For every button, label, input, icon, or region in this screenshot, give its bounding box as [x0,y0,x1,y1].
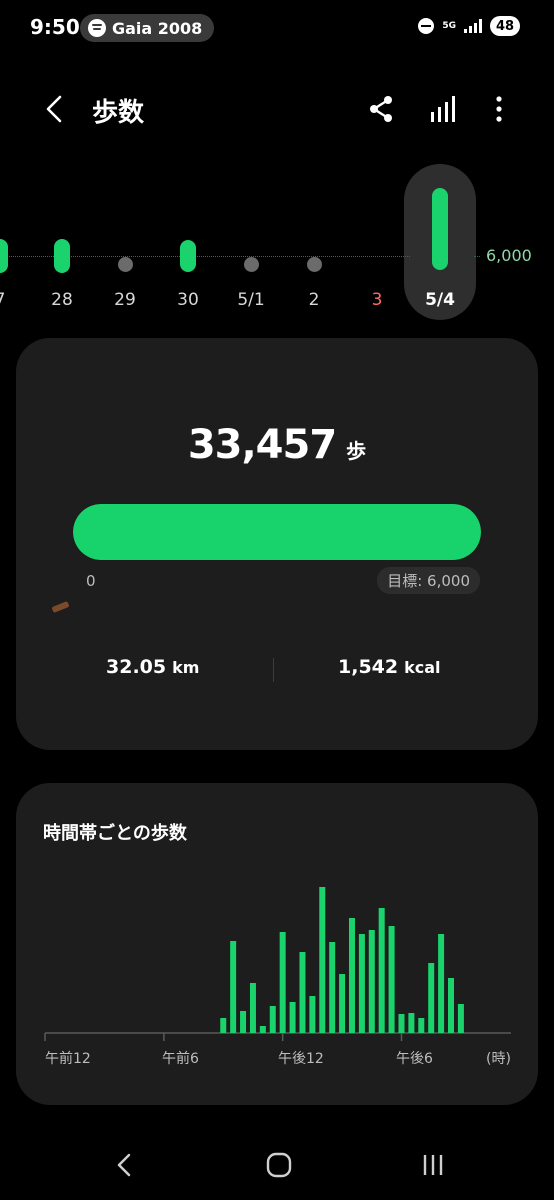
hourly-bar [388,926,395,1033]
calories-unit: kcal [404,658,441,677]
hourly-bar [339,974,346,1033]
hourly-bar [438,934,445,1033]
steps-value: 33,457 [187,422,337,468]
hourly-bar [329,942,336,1033]
app-header: 歩数 [0,80,554,140]
day-label-7[interactable]: 7 [0,290,30,310]
steps-unit: 歩 [346,439,367,463]
media-chip[interactable]: Gaia 2008 [80,14,215,42]
back-arrow-icon[interactable] [42,94,72,124]
hourly-steps-card: 時間帯ごとの歩数 午前12 午前6 午後12 午後6 (時) [16,783,538,1105]
status-time: 9:50 [30,15,80,39]
signal-icon [464,19,482,33]
more-options-icon[interactable] [484,94,514,124]
hourly-bar [240,1011,247,1033]
distance-stat: 32.05 km [106,656,199,678]
distance-unit: km [172,658,200,677]
media-chip-label: Gaia 2008 [112,18,203,38]
day-label-5-1[interactable]: 5/1 [221,290,281,310]
day-no-data-2[interactable] [306,256,322,272]
hourly-bar [408,1013,415,1033]
x-tick-label: 午後12 [278,1051,324,1067]
hourly-bar [259,1026,266,1033]
day-label-30[interactable]: 30 [158,290,218,310]
day-no-data-29[interactable] [117,256,133,272]
hourly-bar [378,908,385,1033]
spotify-icon [88,19,106,37]
chart-view-icon[interactable] [428,94,458,124]
hourly-bar [398,1014,405,1033]
hourly-bar [368,930,375,1033]
hourly-bar [299,952,306,1033]
summary-card: 33,457 歩 0 目標: 6,000 32.05 km 1,542 kcal [16,338,538,750]
day-bar-30[interactable] [180,239,196,273]
distance-value: 32.05 [106,656,167,678]
hourly-bar [230,941,237,1033]
day-no-data-5-1[interactable] [243,256,259,272]
status-bar: 9:50 Gaia 2008 5G 48 [0,0,554,56]
day-label-3[interactable]: 3 [347,290,407,310]
progress-bar-fill [73,504,481,560]
x-tick-label: 午前12 [45,1050,91,1067]
hourly-bar [309,996,316,1033]
day-label-5-4[interactable]: 5/4 [410,290,470,310]
date-strip: 6,000 72829305/1235/4 [0,160,554,330]
day-bar-28[interactable] [54,239,70,273]
hourly-bar [289,1002,296,1033]
do-not-disturb-icon [418,18,435,34]
progress-bar [73,504,481,560]
hourly-bar [220,1018,227,1033]
hourly-bar [348,918,355,1033]
hourly-bar [428,963,435,1033]
hourly-bar [418,1018,425,1033]
goal-line-end [474,256,480,257]
hourly-bar [269,1006,276,1033]
x-tick-label: 午後6 [396,1051,433,1067]
day-label-29[interactable]: 29 [95,290,155,310]
steps-total: 33,457 歩 [16,422,538,468]
nav-home-icon[interactable] [262,1148,296,1182]
navigation-bar [0,1130,554,1200]
hourly-bar [457,1004,464,1033]
hourly-bar [249,983,256,1033]
page-title: 歩数 [92,98,145,128]
goal-badge[interactable]: 目標: 6,000 [377,567,480,594]
share-icon[interactable] [366,94,396,124]
x-tick-label: 午前6 [162,1050,199,1067]
day-label-2[interactable]: 2 [284,290,344,310]
status-icons: 5G 48 [418,16,520,36]
goal-line-label: 6,000 [486,246,532,265]
day-bar-5-4[interactable] [432,188,448,270]
nav-recents-icon[interactable] [416,1148,450,1182]
day-bar-7[interactable] [0,239,8,273]
hourly-bar [319,887,326,1033]
network-type-label: 5G [442,20,456,31]
hourly-bar [448,978,455,1033]
day-label-28[interactable]: 28 [32,290,92,310]
nav-back-icon[interactable] [108,1148,142,1182]
progress-min-label: 0 [86,572,96,590]
shoe-icon [51,601,70,613]
hourly-bar [358,934,365,1033]
x-tick-label: (時) [486,1051,511,1067]
hourly-steps-chart: 午前12 午前6 午後12 午後6 (時) [44,887,511,1067]
calories-value: 1,542 [338,656,399,678]
hourly-bar [279,932,286,1033]
calories-stat: 1,542 kcal [338,656,441,678]
stat-divider [273,658,274,682]
battery-indicator: 48 [490,16,520,36]
